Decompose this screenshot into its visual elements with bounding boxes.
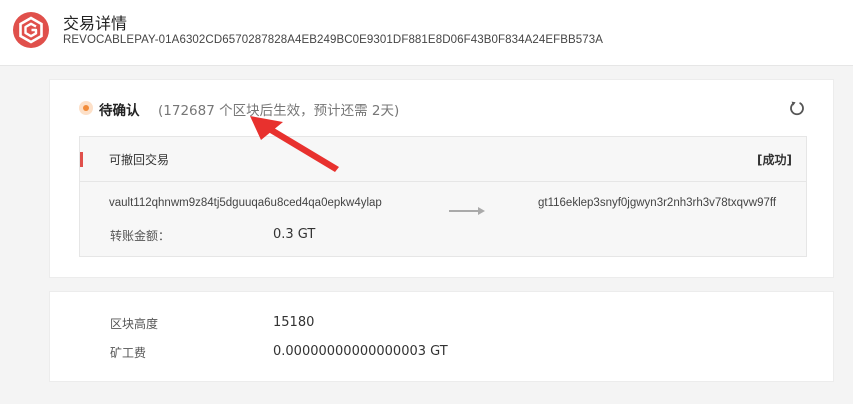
annotation-arrow-icon: [235, 110, 345, 172]
transaction-type: 可撤回交易: [109, 153, 170, 167]
page-header: 交易详情 REVOCABLEPAY-01A6302CD6570287828A4E…: [0, 0, 853, 66]
transaction-hash: REVOCABLEPAY-01A6302CD6570287828A4EB249B…: [63, 34, 604, 46]
pending-status-dot: [79, 101, 93, 115]
fee-value: 0.00000000000000003 GT: [273, 344, 448, 359]
status-label: 待确认: [99, 103, 140, 119]
amount-value: 0.3 GT: [273, 227, 316, 242]
block-height-value: 15180: [273, 315, 315, 330]
page-title: 交易详情: [63, 14, 128, 33]
amount-label: 转账金额：: [110, 229, 171, 243]
transaction-card: 待确认 (172687 个区块后生效，预计还需 2天) 可撤回交易 [成功] v…: [49, 79, 834, 278]
transaction-type-row: 可撤回交易 [成功]: [80, 137, 806, 182]
to-address[interactable]: gt116eklep3snyf0jgwyn3r2nh3rh3v78txqvw97…: [538, 197, 776, 209]
type-accent-bar: [80, 152, 83, 167]
from-address[interactable]: vault112qhnwm9z84tj5dguuqa6u8ced4qa0epkw…: [109, 197, 382, 209]
block-height-label: 区块高度: [110, 317, 159, 331]
refresh-icon[interactable]: [788, 99, 806, 117]
transaction-detail-box: 可撤回交易 [成功] vault112qhnwm9z84tj5dguuqa6u8…: [79, 136, 807, 257]
fee-label: 矿工费: [110, 346, 147, 360]
block-info-card: 区块高度 15180 矿工费 0.00000000000000003 GT: [49, 291, 834, 382]
transaction-result: [成功]: [757, 153, 792, 167]
app-logo-icon: [13, 12, 49, 48]
arrow-right-icon: [449, 201, 485, 215]
